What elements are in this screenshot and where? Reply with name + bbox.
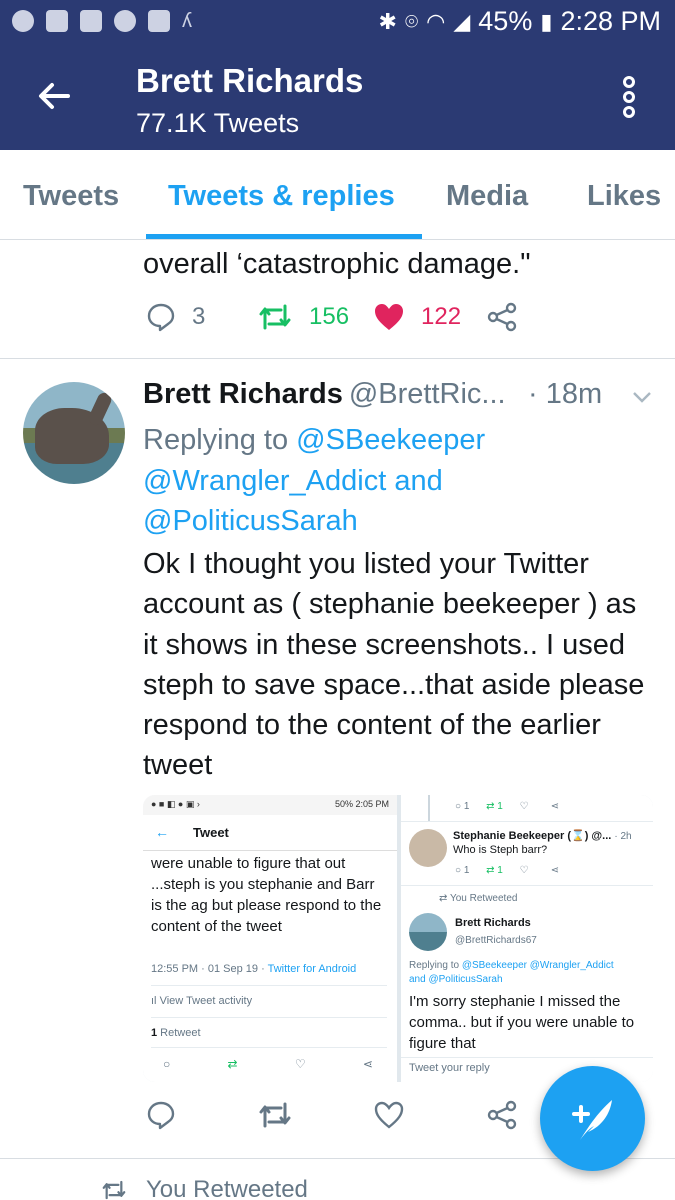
like-button[interactable] [373,1100,405,1130]
retweet-icon [102,1180,126,1200]
replying-to: Replying to @SBeekeeper @Wrangler_Addict… [143,424,486,537]
share-button[interactable] [486,1100,518,1130]
sprint-icon: ʎ [182,10,192,32]
compose-icon [572,1100,612,1140]
tweet-count: 77.1K Tweets [136,108,300,138]
profile-name: Brett Richards [136,62,364,99]
chevron-down-icon[interactable] [632,390,652,404]
chrome-icon [12,10,34,32]
mini-tweet-text: were unable to figure that out ...steph … [151,855,382,935]
mini-replying-to: Replying to @SBeekeeper @Wrangler_Addict… [409,960,614,985]
tweet-media[interactable]: ● ■ ◧ ● ▣ › 50% 2:05 PM ← Tweet were unab… [143,795,653,1082]
bluetooth-icon: ✱ [378,8,397,34]
share-button[interactable] [486,302,518,332]
share-icon [487,1100,517,1130]
mini-actions: ○ ⇄ ♡ ⋖ [163,1057,373,1071]
profile-tabs: Tweets Tweets & replies Media Likes [0,150,675,240]
mini-text: Who is Steph barr? [453,844,548,856]
retweet-button[interactable] [257,1100,293,1130]
folder-icon [46,10,68,32]
clock: 2:28 PM [560,6,661,36]
battery-icon: ▮ [540,8,553,34]
mini-meta: 12:55 PM · 01 Sep 19 · Twitter for Andro… [151,963,357,975]
like-button[interactable]: 122 [373,302,461,332]
mini-handle: @BrettRichards67 [455,935,537,946]
tweet-header: Brett Richards @BrettRic... [143,378,506,411]
wifi-icon: ◠ [426,8,446,34]
notification-icons: ʎ [12,10,192,32]
reply-icon: ○ [163,1057,171,1071]
tab-likes[interactable]: Likes [587,180,661,213]
message-icon [114,10,136,32]
tweet-text: Ok I thought you listed your Twitter acc… [143,548,645,782]
vibrate-icon: ⌾ [404,8,419,34]
media-image-left[interactable]: ● ■ ◧ ● ▣ › 50% 2:05 PM ← Tweet were unab… [143,795,397,1082]
previous-tweet-actions: 3 156 122 [0,302,675,342]
retweet-button[interactable]: 156 [257,302,349,332]
status-right: ✱ ⌾ ◠ ◢ 45% ▮ 2:28 PM [379,6,661,37]
back-arrow-icon[interactable] [34,76,74,116]
app-icon [80,10,102,32]
avatar[interactable] [23,382,125,484]
avatar [409,913,447,951]
mention-link[interactable]: @PoliticusSarah [143,505,358,537]
mention-link[interactable]: @Wrangler_Addict [143,465,386,497]
mini-header: ← Tweet [143,815,397,851]
tweet-divider [0,358,675,359]
heart-icon: ♡ [294,1057,306,1071]
mini-tweet-text: I'm sorry stephanie I missed the comma..… [409,993,635,1052]
image-icon [148,10,170,32]
reply-icon [147,303,175,332]
tab-tweets[interactable]: Tweets [23,180,119,213]
active-tab-indicator [146,234,422,239]
reply-button[interactable] [146,1100,176,1130]
signal-icon: ◢ [453,8,471,34]
reply-icon [147,1101,175,1130]
retweet-icon [259,304,291,330]
author-handle[interactable]: @BrettRic... [349,378,506,410]
mini-actions-top: ○ 1 ⇄ 1 ♡ ⋖ [455,801,560,812]
avatar [409,829,447,867]
mini-retweeted-label: ⇄ You Retweeted [439,893,518,904]
mini-activity: ıl View Tweet activity [151,995,253,1007]
media-image-right[interactable]: ○ 1 ⇄ 1 ♡ ⋖ Stephanie Beekeeper (⌛) @...… [401,795,653,1082]
share-icon [487,302,517,332]
reply-count: 3 [192,303,206,330]
heart-icon [374,1101,404,1129]
app-bar: Brett Richards 77.1K Tweets [0,46,675,150]
you-retweeted-label: You Retweeted [100,1176,308,1200]
back-arrow-icon: ← [155,824,169,840]
heart-icon [375,304,403,330]
mini-author: Brett Richards [455,917,531,929]
tab-media[interactable]: Media [446,180,528,213]
mini-retweet-count: 1 Retweet [151,1027,201,1039]
reply-button[interactable]: 3 [146,302,205,332]
mini-status-bar: ● ■ ◧ ● ▣ › 50% 2:05 PM [143,795,397,815]
retweet-icon [259,1102,291,1128]
compose-tweet-button[interactable] [540,1066,645,1171]
mini-author: Stephanie Beekeeper (⌛) @... · 2h [453,830,632,842]
more-vertical-icon[interactable] [621,76,637,120]
mention-link[interactable]: @SBeekeeper [296,424,485,456]
retweet-icon: ⇄ [227,1057,238,1071]
share-icon: ⋖ [362,1057,373,1071]
retweet-count: 156 [309,303,350,330]
system-status-bar: ʎ ✱ ⌾ ◠ ◢ 45% ▮ 2:28 PM [0,0,675,46]
like-count: 122 [421,303,462,330]
battery-percent: 45% [478,6,533,36]
author-name[interactable]: Brett Richards [143,378,343,410]
tweet-time: · 18m [528,378,603,410]
mini-actions: ○ 1 ⇄ 1 ♡ ⋖ [455,865,560,876]
tab-tweets-and-replies[interactable]: Tweets & replies [168,180,395,213]
previous-tweet-text: overall ‘catastrophic damage." [143,248,531,280]
